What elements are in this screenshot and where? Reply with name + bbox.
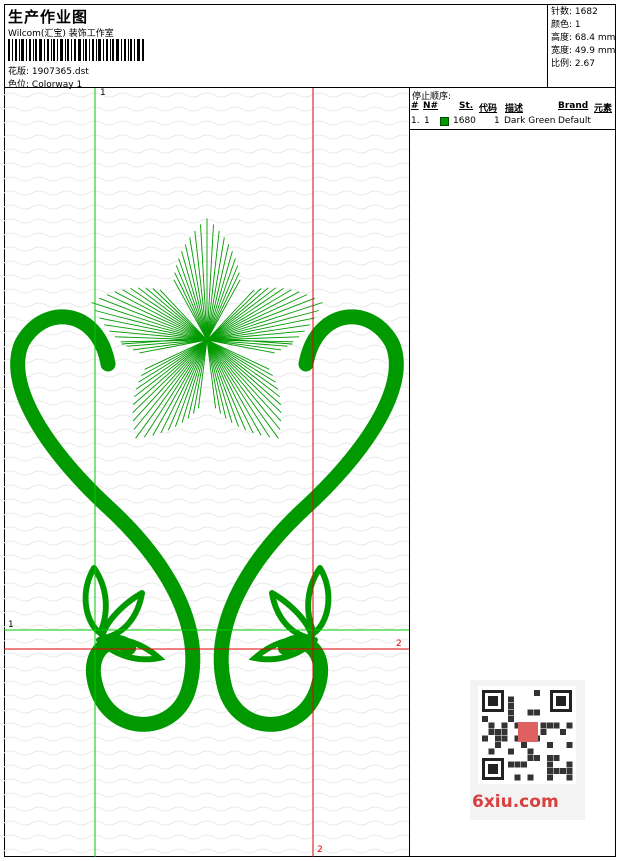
- production-sheet: 生产作业图 Wilcom(汇宝) 装饰工作室 花版: 1907365.dst 色…: [0, 0, 620, 861]
- stat-stitches: 针数: 1682: [551, 7, 598, 17]
- design-number: 花版: 1907365.dst: [8, 64, 89, 77]
- sheet-header: 生产作业图 Wilcom(汇宝) 装饰工作室 花版: 1907365.dst 色…: [4, 4, 616, 90]
- row-brand: Default: [558, 116, 591, 126]
- table-row[interactable]: 1. 1 1680 1 Dark Green Default: [410, 115, 616, 130]
- row-description: Dark Green: [504, 116, 556, 126]
- stat-width: 宽度: 49.9 mm: [551, 46, 616, 57]
- page-title: 生产作业图: [8, 8, 89, 26]
- qr-center-logo: [518, 722, 538, 742]
- watermark-site: 6xiu.com: [472, 792, 559, 812]
- col-index: #: [411, 101, 419, 111]
- col-code: 代码: [479, 104, 498, 114]
- stop-sequence-header: # N# St. 代码 描述 Brand 元素: [410, 100, 616, 114]
- row-stitches: 1680: [453, 116, 476, 126]
- design-canvas[interactable]: 1 1 2 2: [4, 88, 410, 857]
- stat-ratio: 比例: 2.67: [551, 59, 595, 70]
- design-value: 1907365.dst: [31, 67, 89, 77]
- col-brand: Brand: [558, 101, 589, 111]
- stat-colors: 颜色: 1: [551, 20, 581, 31]
- row-index: 1.: [411, 116, 420, 126]
- thread-color-swatch: [440, 117, 449, 126]
- design-label: 花版:: [8, 67, 30, 77]
- col-element: 元素: [594, 104, 613, 114]
- col-description: 描述: [505, 104, 524, 114]
- studio-name: Wilcom(汇宝) 装饰工作室: [8, 29, 114, 39]
- marker-red-bottom: 2: [317, 845, 323, 855]
- col-stitches: St.: [459, 101, 474, 111]
- qr-code-icon: [478, 686, 576, 784]
- design-stats: 针数: 1682 颜色: 1 高度: 68.4 mm 宽度: 49.9 mm 比…: [547, 4, 616, 88]
- row-needle: 1: [424, 116, 430, 126]
- col-needle: N#: [423, 101, 439, 111]
- marker-green-top: 1: [100, 88, 106, 98]
- barcode: [8, 39, 144, 61]
- marker-red-right: 2: [396, 639, 402, 649]
- marker-green-left: 1: [8, 620, 14, 630]
- stat-height: 高度: 68.4 mm: [551, 33, 616, 44]
- embroidery-preview: [4, 88, 409, 857]
- row-code: 1: [494, 116, 500, 126]
